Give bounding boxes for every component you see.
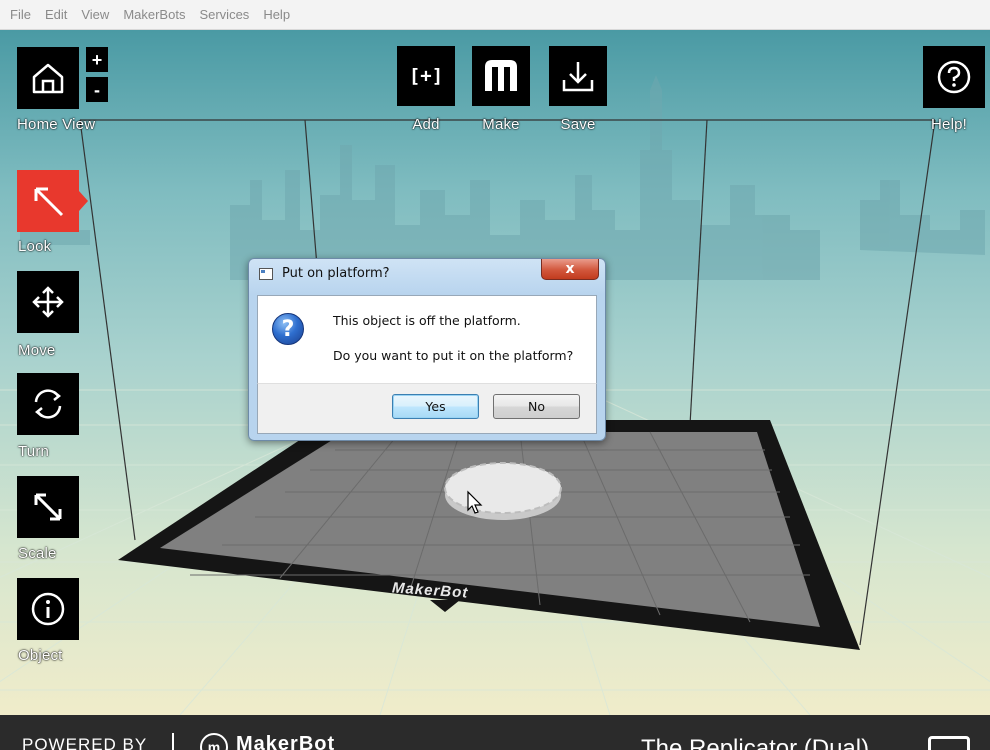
menu-services[interactable]: Services: [199, 7, 249, 22]
object-tool-label: Object: [18, 647, 63, 664]
move-arrows-icon: [32, 286, 64, 318]
home-view-button[interactable]: [17, 47, 79, 109]
scale-tool-button[interactable]: [17, 476, 79, 538]
add-icon: [+]: [408, 65, 444, 87]
add-button[interactable]: [+]: [397, 46, 455, 106]
zoom-out-button[interactable]: -: [86, 77, 108, 102]
object-tool-button[interactable]: [17, 578, 79, 640]
zoom-in-button[interactable]: +: [86, 47, 108, 72]
printer-select-icon[interactable]: [928, 736, 970, 750]
look-tool-label: Look: [18, 238, 52, 255]
powered-by-label: POWERED BY: [22, 735, 148, 750]
help-icon: [937, 60, 971, 94]
makerbot-logo-icon: [485, 60, 517, 91]
dialog-title: Put on platform?: [282, 266, 390, 281]
turn-tool-button[interactable]: [17, 373, 79, 435]
move-tool-button[interactable]: [17, 271, 79, 333]
menu-view[interactable]: View: [81, 7, 109, 22]
footer-brand: MakerBot: [236, 733, 336, 750]
status-footer: POWERED BY m MakerBot The Replicator (Du…: [0, 715, 990, 750]
makerware-window: File Edit View MakerBots Services Help M…: [0, 0, 990, 750]
mouse-cursor-icon: [467, 490, 483, 514]
make-button[interactable]: [472, 46, 530, 106]
turn-tool-label: Turn: [18, 443, 50, 460]
save-button[interactable]: [549, 46, 607, 106]
scale-arrow-icon: [34, 493, 62, 521]
no-button[interactable]: No: [493, 394, 580, 419]
look-arrow-icon: [34, 187, 64, 217]
help-label: Help!: [931, 116, 968, 133]
dialog-body: ? This object is off the platform. Do yo…: [257, 295, 597, 383]
save-label: Save: [560, 116, 596, 133]
menu-bar: File Edit View MakerBots Services Help: [0, 0, 990, 30]
menu-makerbots[interactable]: MakerBots: [123, 7, 185, 22]
dialog-message-line2: Do you want to put it on the platform?: [333, 348, 574, 363]
move-tool-label: Move: [18, 342, 56, 359]
active-tool-pointer: [79, 191, 88, 211]
close-button[interactable]: x: [541, 259, 599, 280]
makerbot-logo-icon: m: [200, 733, 228, 750]
window-icon: [259, 268, 273, 280]
rotate-icon: [34, 389, 62, 419]
download-icon: [562, 62, 594, 92]
question-icon: ?: [272, 313, 304, 345]
home-icon: [32, 63, 64, 94]
look-tool-button[interactable]: [17, 170, 79, 232]
menu-edit[interactable]: Edit: [45, 7, 67, 22]
scale-tool-label: Scale: [18, 545, 57, 562]
help-button[interactable]: [923, 46, 985, 108]
footer-divider: [172, 733, 174, 750]
build-platform: [118, 420, 860, 650]
dialog-message-line1: This object is off the platform.: [333, 313, 521, 328]
home-view-label: Home View: [17, 116, 96, 133]
model-disc: [444, 462, 562, 520]
put-on-platform-dialog: Put on platform? x ? This object is off …: [248, 258, 606, 441]
dialog-titlebar[interactable]: Put on platform? x: [249, 259, 605, 289]
printer-name[interactable]: The Replicator (Dual): [641, 735, 869, 750]
menu-file[interactable]: File: [10, 7, 31, 22]
menu-help[interactable]: Help: [263, 7, 290, 22]
info-icon: [31, 592, 65, 626]
dialog-footer: Yes No: [257, 383, 597, 434]
yes-button[interactable]: Yes: [392, 394, 479, 419]
